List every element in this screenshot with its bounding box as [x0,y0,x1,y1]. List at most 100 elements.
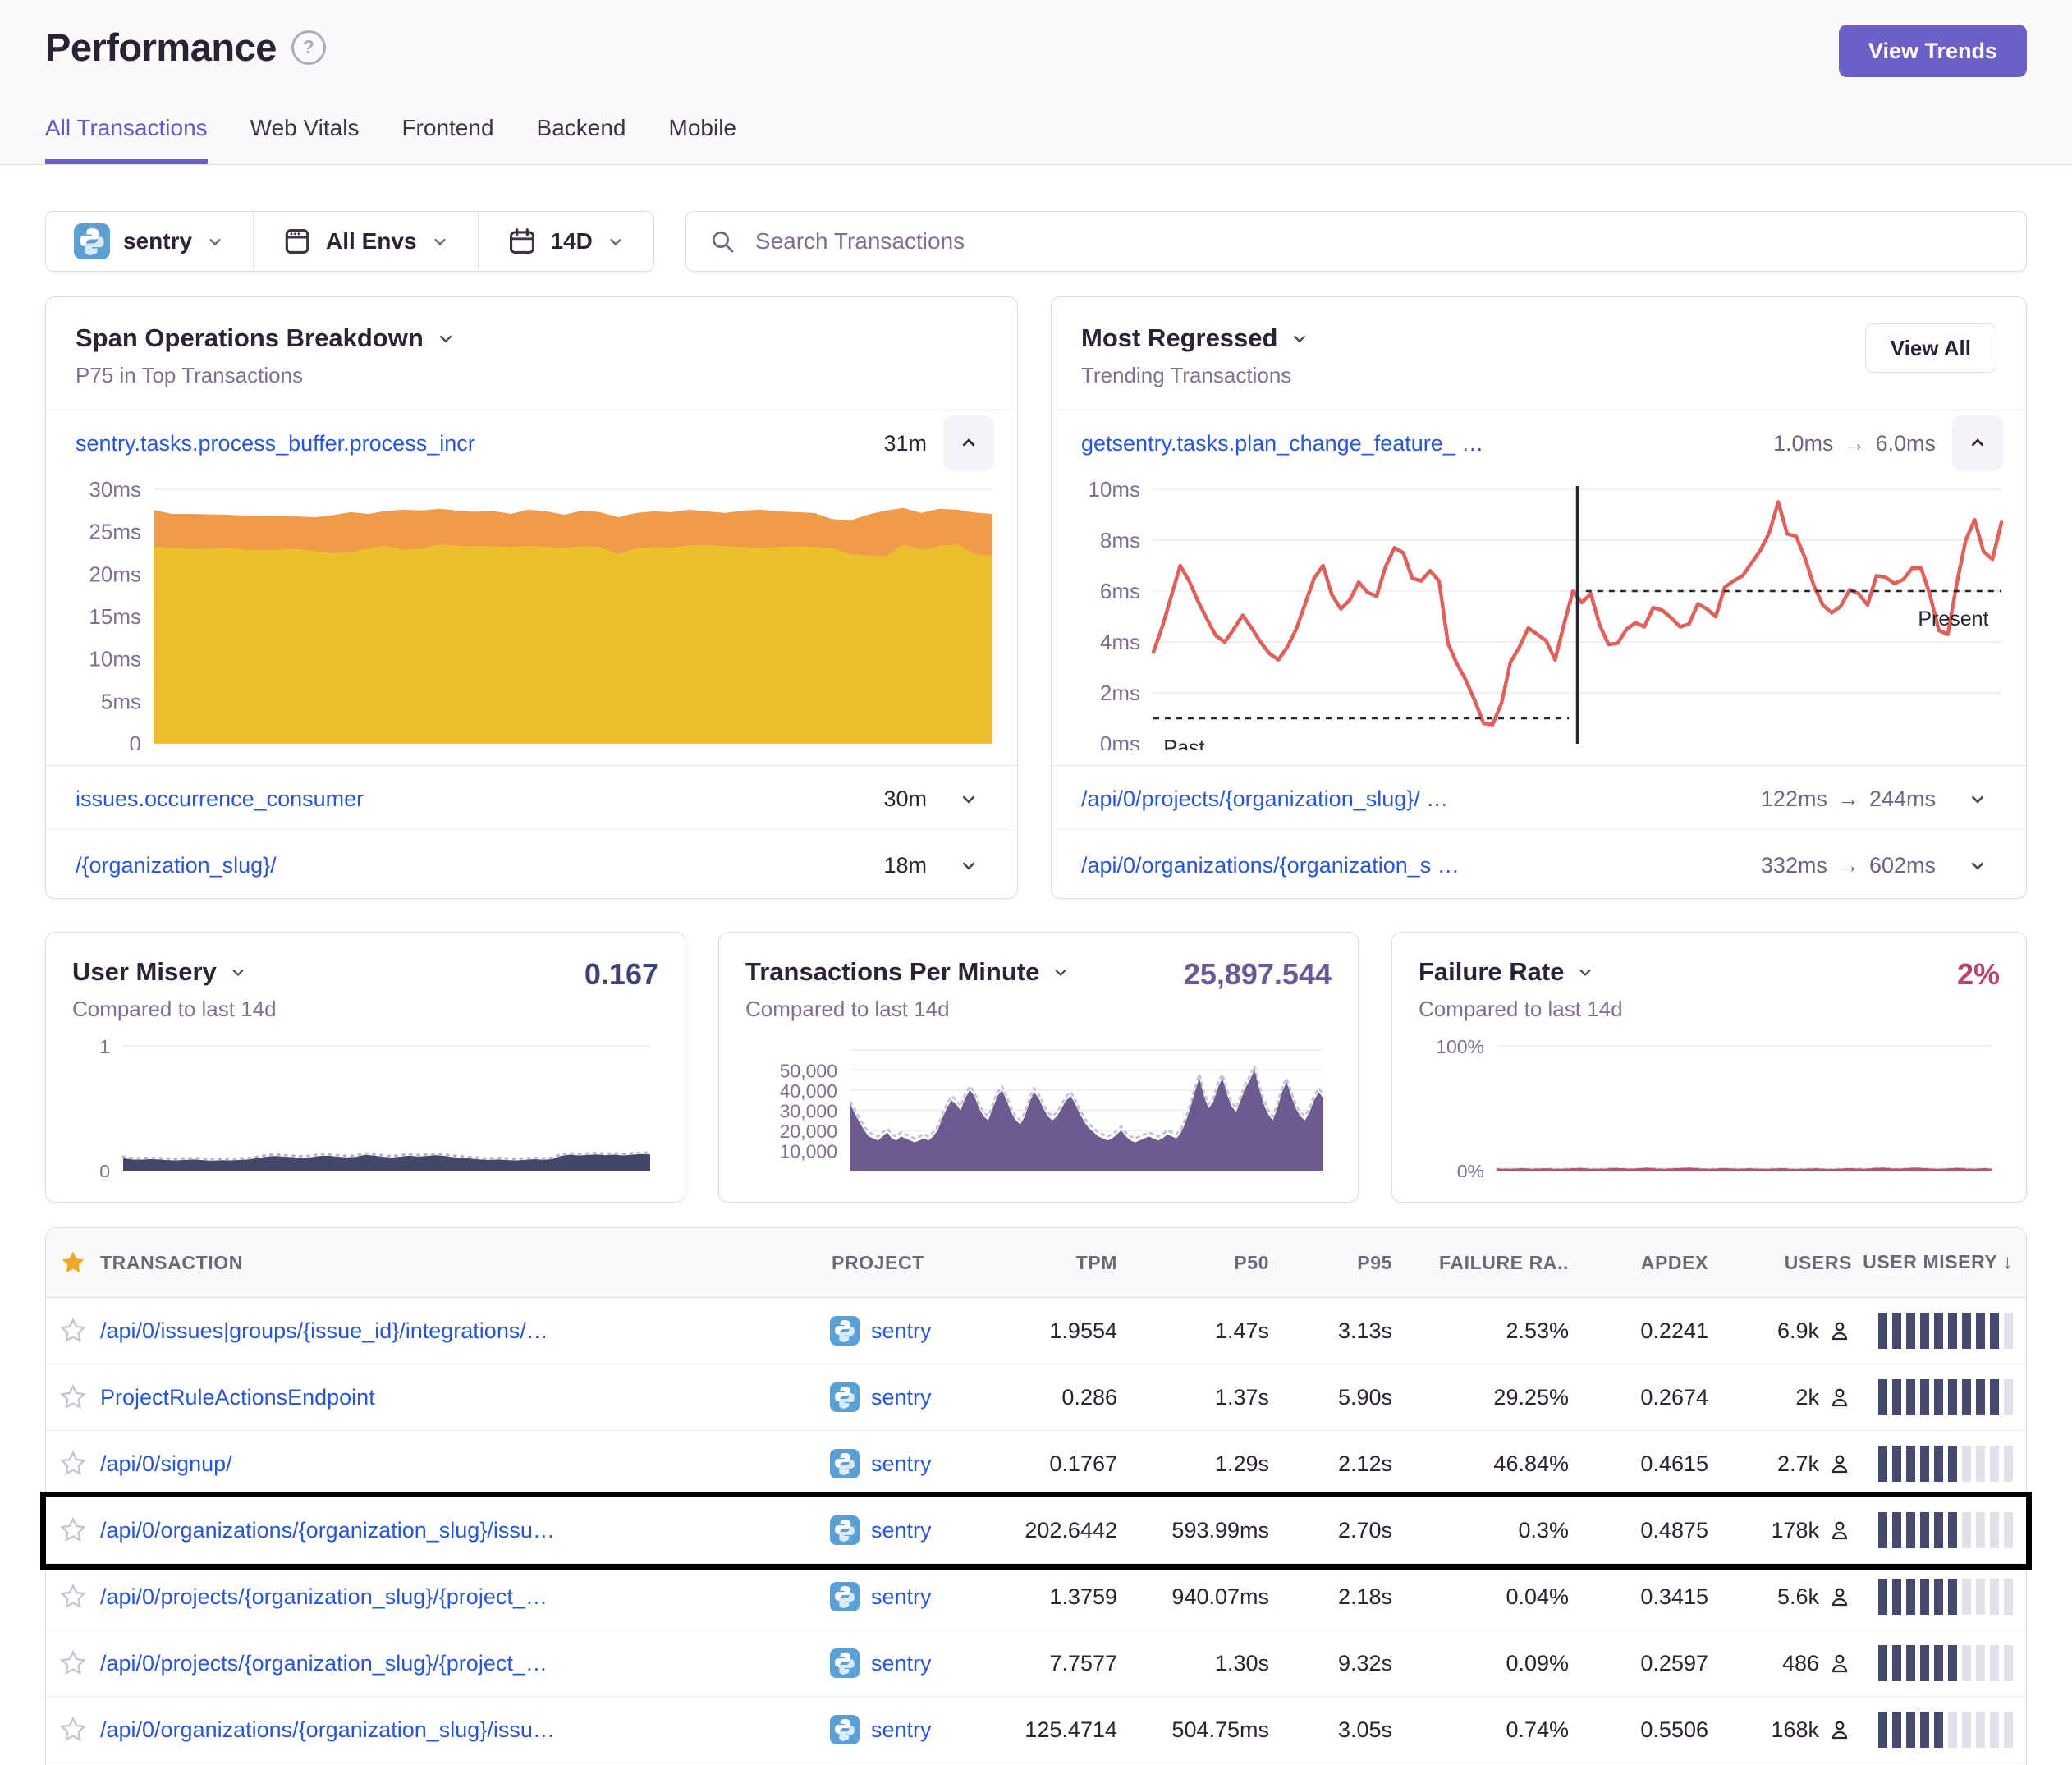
svg-text:4ms: 4ms [1100,630,1140,654]
collapse-chart-button[interactable] [1952,415,2003,471]
table-row[interactable]: /api/0/organizations/{organization_slug}… [46,1497,2026,1564]
tab-backend[interactable]: Backend [537,115,626,164]
expand-chart-button[interactable] [1952,771,2003,827]
regressed-transaction-link[interactable]: /api/0/projects/{organization_slug}/ … [1081,786,1448,812]
failure-rate-cell: 0.09% [1392,1651,1569,1676]
environment-selector[interactable]: All Envs [253,212,477,271]
failure-rate-cell: 29.25% [1392,1385,1569,1410]
span-op-row-expanded: sentry.tasks.process_buffer.process_incr… [46,410,1017,476]
regressed-transaction-link[interactable]: /api/0/organizations/{organization_s … [1081,853,1460,878]
col-users[interactable]: USERS [1708,1252,1852,1274]
col-p50[interactable]: P50 [1117,1252,1269,1274]
chevron-down-icon [228,962,248,982]
favorite-star-icon[interactable] [46,1450,100,1478]
table-body: /api/0/issues|groups/{issue_id}/integrat… [46,1298,2026,1765]
failure-rate-cell: 0.3% [1392,1518,1569,1543]
page-filter-bar: sentry All Envs 14D [45,211,654,272]
col-failure-rate[interactable]: FAILURE RA.. [1392,1252,1569,1274]
favorite-star-icon[interactable] [46,1516,100,1544]
transaction-link[interactable]: /api/0/projects/{organization_slug}/{pro… [100,1584,830,1610]
favorite-star-icon[interactable] [46,1649,100,1677]
tpm-cell: 0.286 [994,1385,1117,1410]
project-link[interactable]: sentry [871,1385,932,1410]
col-p95[interactable]: P95 [1269,1252,1392,1274]
regressed-transaction-link[interactable]: getsentry.tasks.plan_change_feature_ … [1081,431,1483,456]
transaction-link[interactable]: /api/0/projects/{organization_slug}/{pro… [100,1651,830,1676]
svg-text:Past: Past [1163,736,1204,750]
favorite-star-header-icon[interactable] [46,1249,100,1277]
environment-selector-label: All Envs [326,228,416,254]
favorite-star-icon[interactable] [46,1716,100,1744]
project-link[interactable]: sentry [871,1584,932,1610]
sort-desc-icon: ↓ [2002,1251,2013,1273]
project-selector[interactable]: sentry [46,212,253,271]
regressed-row: /api/0/projects/{organization_slug}/ … 1… [1052,766,2026,832]
project-link[interactable]: sentry [871,1651,932,1676]
svg-text:0%: 0% [1457,1161,1484,1177]
svg-text:1: 1 [99,1036,110,1057]
users-cell: 5.6k [1708,1584,1852,1610]
date-range-selector[interactable]: 14D [478,212,653,271]
tab-all-transactions[interactable]: All Transactions [45,115,208,164]
expand-chart-button[interactable] [943,837,994,893]
search-transactions-box[interactable] [685,211,2027,272]
apdex-cell: 0.4875 [1569,1518,1708,1543]
col-project[interactable]: PROJECT [830,1252,994,1274]
table-header: TRANSACTION PROJECT TPM P50 P95 FAILURE … [46,1228,2026,1298]
python-project-icon [830,1515,860,1545]
project-cell: sentry [830,1715,994,1744]
view-all-button[interactable]: View All [1865,323,1996,373]
transaction-link[interactable]: /api/0/organizations/{organization_slug}… [100,1717,830,1743]
users-cell: 6.9k [1708,1318,1852,1344]
expand-chart-button[interactable] [943,771,994,827]
span-op-link[interactable]: /{organization_slug}/ [76,853,277,878]
span-op-link[interactable]: sentry.tasks.process_buffer.process_incr [76,431,475,456]
col-apdex[interactable]: APDEX [1569,1252,1708,1274]
table-row[interactable]: /api/0/projects/{organization_slug}/{pro… [46,1564,2026,1630]
project-link[interactable]: sentry [871,1518,932,1543]
transaction-link[interactable]: /api/0/issues|groups/{issue_id}/integrat… [100,1318,830,1344]
p50-cell: 940.07ms [1117,1584,1269,1610]
transaction-link[interactable]: /api/0/organizations/{organization_slug}… [100,1518,830,1543]
chevron-down-icon [1051,962,1070,982]
tpm-title[interactable]: Transactions Per Minute [745,957,1070,987]
search-transactions-input[interactable] [754,227,2003,255]
view-trends-button[interactable]: View Trends [1839,25,2027,77]
span-op-link[interactable]: issues.occurrence_consumer [76,786,364,812]
table-row[interactable]: /api/0/issues|groups/{issue_id}/integrat… [46,1298,2026,1364]
project-link[interactable]: sentry [871,1717,932,1743]
favorite-star-icon[interactable] [46,1583,100,1611]
project-link[interactable]: sentry [871,1451,932,1477]
arrow-right-icon: → [1843,431,1865,456]
expand-chart-button[interactable] [1952,837,2003,893]
col-tpm[interactable]: TPM [994,1252,1117,1274]
span-ops-panel: Span Operations Breakdown P75 in Top Tra… [45,296,1018,899]
apdex-cell: 0.5506 [1569,1717,1708,1743]
user-misery-title[interactable]: User Misery [72,957,277,987]
transaction-link[interactable]: /api/0/signup/ [100,1451,830,1477]
table-row[interactable]: ProjectRuleActionsEndpoint sentry 0.286 … [46,1364,2026,1431]
page-header: Performance ? View Trends All Transactio… [0,0,2072,165]
table-row[interactable]: /api/0/signup/ sentry 0.1767 1.29s 2.12s… [46,1431,2026,1497]
svg-text:100%: 100% [1436,1036,1484,1057]
tab-web-vitals[interactable]: Web Vitals [250,115,360,164]
help-icon[interactable]: ? [291,30,326,65]
tab-frontend[interactable]: Frontend [401,115,493,164]
user-misery-bars [1852,1313,2026,1349]
most-regressed-title[interactable]: Most Regressed [1081,323,1310,353]
col-user-misery[interactable]: USER MISERY↓ [1852,1251,2026,1274]
regressed-row: /api/0/organizations/{organization_s … 3… [1052,832,2026,898]
favorite-star-icon[interactable] [46,1383,100,1411]
project-link[interactable]: sentry [871,1318,932,1344]
project-cell: sentry [830,1582,994,1611]
user-misery-mini-chart: 10 [72,1036,658,1177]
table-row[interactable]: /api/0/organizations/{organization_slug}… [46,1697,2026,1763]
collapse-chart-button[interactable] [943,415,994,471]
span-ops-title[interactable]: Span Operations Breakdown [76,323,456,353]
tab-mobile[interactable]: Mobile [669,115,736,164]
transaction-link[interactable]: ProjectRuleActionsEndpoint [100,1385,830,1410]
table-row[interactable]: /api/0/projects/{organization_slug}/{pro… [46,1630,2026,1697]
favorite-star-icon[interactable] [46,1317,100,1345]
failure-rate-title[interactable]: Failure Rate [1419,957,1623,987]
col-transaction[interactable]: TRANSACTION [100,1252,830,1274]
